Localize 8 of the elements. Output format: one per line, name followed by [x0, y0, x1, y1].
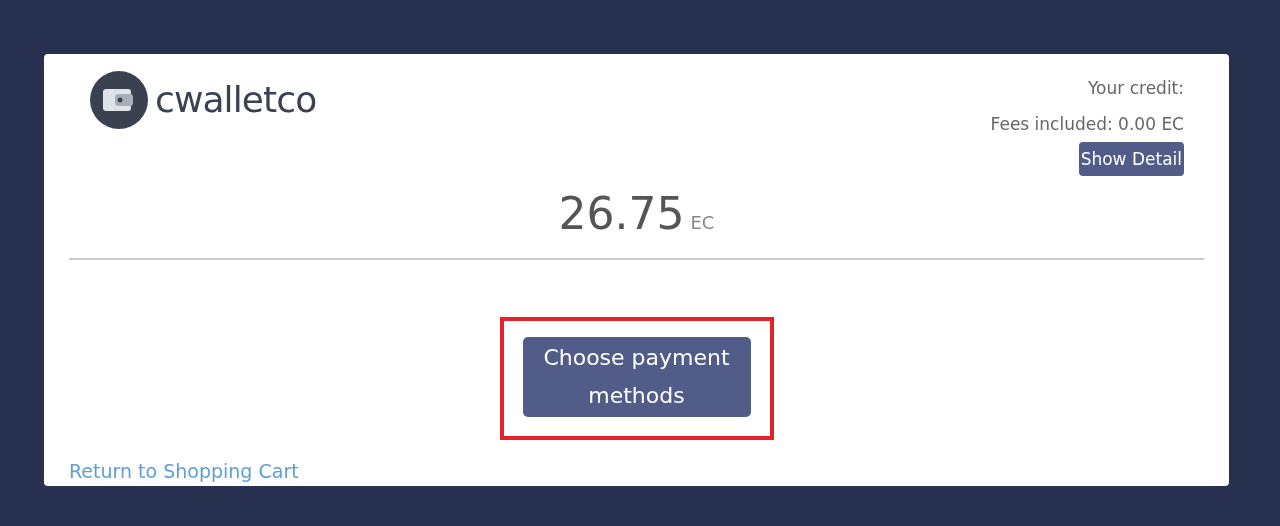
brand-logo-text: cwalletco	[155, 78, 317, 122]
amount-value: 26.75	[558, 187, 685, 241]
currency-label: EC	[690, 211, 715, 235]
wallet-icon	[89, 70, 149, 130]
credit-label: Your credit:	[1087, 77, 1184, 100]
fees-text: Fees included: 0.00 EC	[990, 113, 1184, 136]
choose-payment-button[interactable]: Choose payment methods	[522, 337, 751, 417]
show-detail-button[interactable]: Show Detail	[1078, 142, 1184, 176]
